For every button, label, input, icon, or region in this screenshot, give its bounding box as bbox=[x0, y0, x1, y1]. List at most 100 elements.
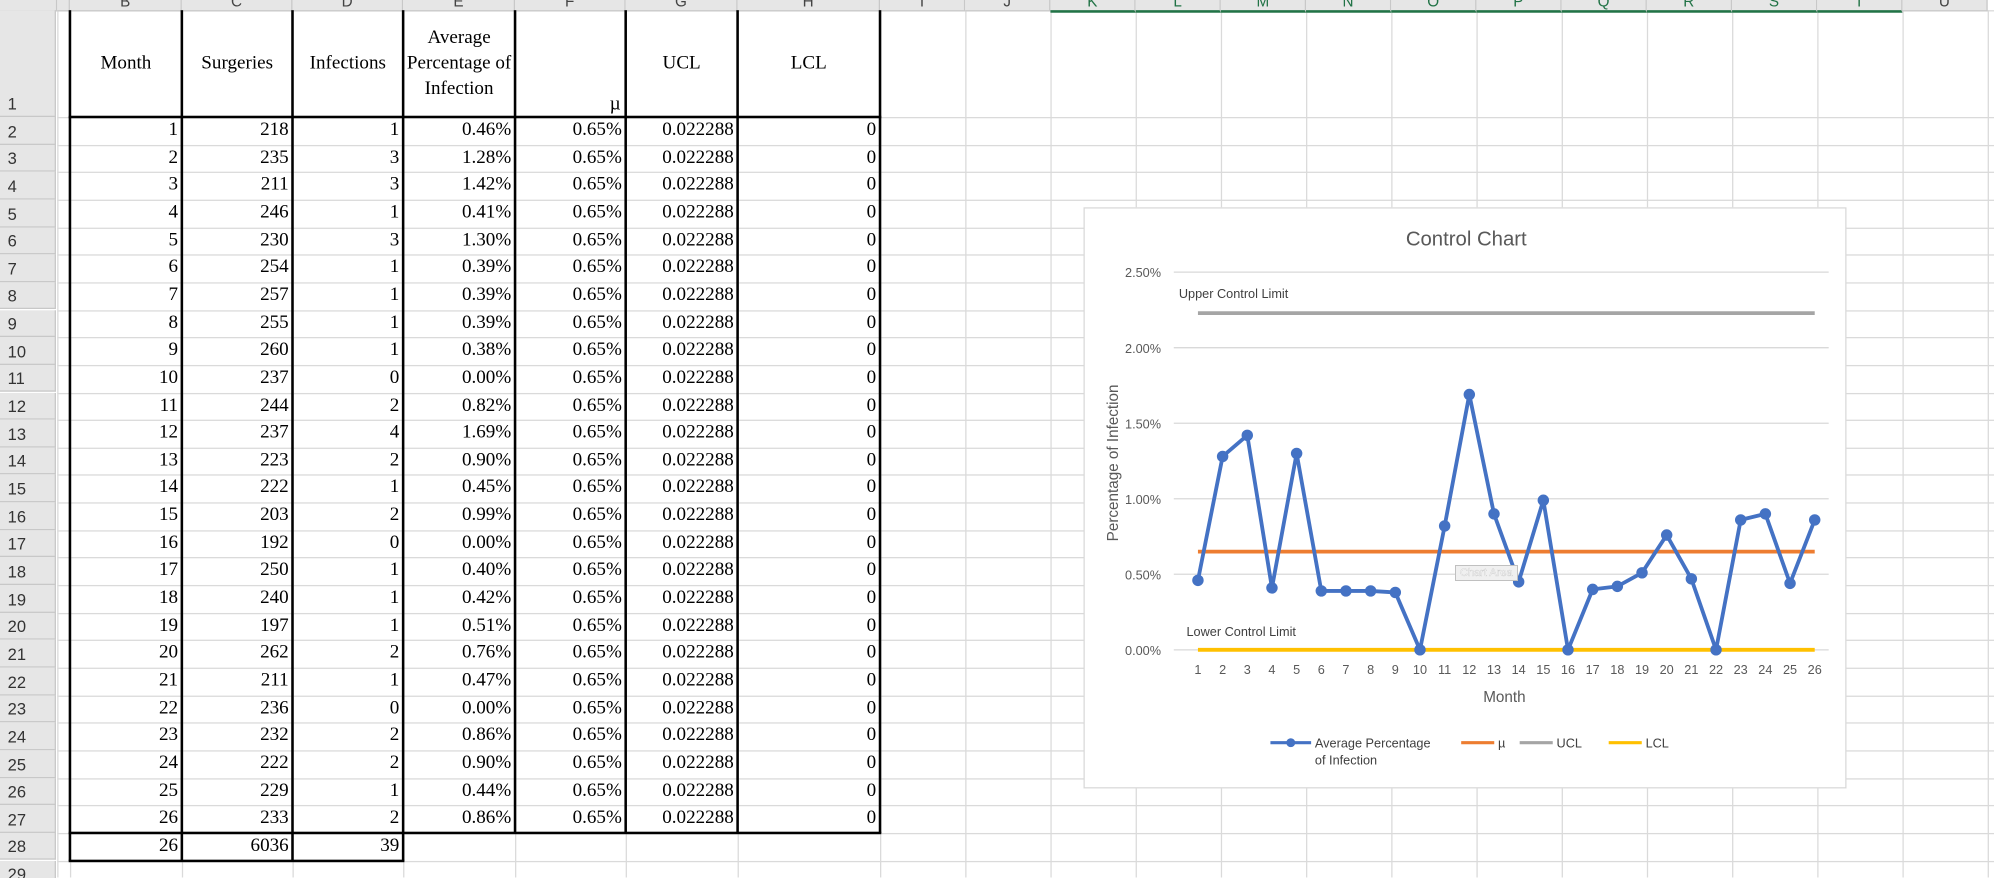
cell-ucl[interactable]: 0.022288 bbox=[626, 475, 738, 503]
cell-infections[interactable]: 2 bbox=[292, 447, 403, 474]
cell-month[interactable]: 24 bbox=[70, 750, 182, 777]
cell-surgeries[interactable]: 222 bbox=[182, 475, 293, 503]
cell-month[interactable]: 10 bbox=[70, 365, 182, 392]
cell-infections[interactable]: 3 bbox=[292, 145, 403, 172]
cell-avg_pct[interactable]: 0.00% bbox=[403, 365, 515, 392]
cell-lcl[interactable]: 0 bbox=[738, 723, 880, 751]
cell-infections[interactable]: 1 bbox=[292, 668, 403, 695]
cell-surgeries[interactable]: 260 bbox=[182, 337, 293, 365]
cell-infections[interactable]: 0 bbox=[292, 365, 403, 392]
cell-lcl[interactable]: 0 bbox=[738, 640, 880, 668]
cell-ucl[interactable]: 0.022288 bbox=[626, 255, 738, 282]
cell-avg_pct[interactable]: 1.42% bbox=[403, 172, 515, 199]
cell-lcl[interactable]: 0 bbox=[738, 392, 880, 419]
column-header-i[interactable]: I bbox=[880, 0, 966, 12]
cell-infections[interactable]: 1 bbox=[292, 613, 403, 640]
cell-surgeries[interactable]: 211 bbox=[182, 172, 293, 199]
column-header-r[interactable]: R bbox=[1646, 0, 1733, 13]
cell-avg_pct[interactable]: 0.47% bbox=[403, 668, 515, 695]
cell-infections[interactable]: 1 bbox=[292, 310, 403, 338]
cell-avg_pct[interactable]: 0.46% bbox=[403, 117, 515, 145]
row-header[interactable]: 9 bbox=[0, 309, 56, 338]
row-header[interactable]: 23 bbox=[0, 695, 56, 723]
cell-lcl[interactable]: 0 bbox=[738, 502, 880, 530]
cell-month[interactable]: 25 bbox=[70, 778, 182, 806]
cell-month[interactable]: 9 bbox=[70, 337, 182, 365]
cell-mu[interactable]: 0.65% bbox=[515, 723, 626, 751]
cell-month[interactable]: 8 bbox=[70, 310, 182, 338]
cell-lcl[interactable]: 0 bbox=[738, 613, 880, 640]
cell-ucl[interactable]: 0.022288 bbox=[626, 723, 738, 751]
cell-avg_pct[interactable]: 0.90% bbox=[403, 447, 515, 474]
column-header-j[interactable]: J bbox=[965, 0, 1051, 12]
cell-ucl[interactable]: 0.022288 bbox=[626, 420, 738, 448]
cell-avg_pct[interactable]: 1.30% bbox=[403, 227, 515, 255]
cell-surgeries[interactable]: 218 bbox=[182, 117, 293, 145]
cell-lcl[interactable]: 0 bbox=[738, 558, 880, 585]
row-header[interactable]: 6 bbox=[0, 227, 56, 255]
cell-lcl[interactable]: 0 bbox=[738, 337, 880, 365]
cell-lcl[interactable]: 0 bbox=[738, 117, 880, 145]
cell-ucl[interactable]: 0.022288 bbox=[626, 805, 738, 832]
cell-mu[interactable]: 0.65% bbox=[515, 310, 626, 338]
row-header[interactable]: 19 bbox=[0, 584, 56, 613]
cell-infections[interactable]: 1 bbox=[292, 255, 403, 282]
row-header[interactable]: 2 bbox=[0, 116, 56, 145]
row-header[interactable]: 11 bbox=[0, 364, 56, 393]
row-header[interactable]: 22 bbox=[0, 667, 56, 696]
cell-mu[interactable]: 0.65% bbox=[515, 695, 626, 723]
cell-infections[interactable]: 2 bbox=[292, 805, 403, 832]
cell-month[interactable]: 23 bbox=[70, 723, 182, 751]
cell-surgeries[interactable]: 211 bbox=[182, 668, 293, 695]
cell-month[interactable]: 21 bbox=[70, 668, 182, 695]
cell-month[interactable]: 18 bbox=[70, 585, 182, 613]
row-header[interactable]: 4 bbox=[0, 172, 56, 200]
cell-month[interactable]: 13 bbox=[70, 447, 182, 474]
cell-avg_pct[interactable]: 0.76% bbox=[403, 640, 515, 668]
cell-avg_pct[interactable]: 0.39% bbox=[403, 255, 515, 282]
column-header-n[interactable]: N bbox=[1306, 0, 1392, 13]
column-header-s[interactable]: S bbox=[1732, 0, 1818, 13]
column-header-p[interactable]: P bbox=[1476, 0, 1562, 13]
cell-lcl[interactable]: 0 bbox=[738, 805, 880, 832]
cell-infections[interactable]: 2 bbox=[292, 723, 403, 751]
cell-avg_pct[interactable]: 0.51% bbox=[403, 613, 515, 640]
cell-mu[interactable]: 0.65% bbox=[515, 447, 626, 474]
cell-surgeries[interactable]: 244 bbox=[182, 392, 293, 419]
cell-mu[interactable]: 0.65% bbox=[515, 750, 626, 777]
column-header-k[interactable]: K bbox=[1050, 0, 1136, 13]
row-header[interactable]: 16 bbox=[0, 502, 56, 531]
cell-mu[interactable]: 0.65% bbox=[515, 337, 626, 365]
cell-mu[interactable]: 0.65% bbox=[515, 778, 626, 806]
cell-mu[interactable]: 0.65% bbox=[515, 805, 626, 832]
cell-ucl[interactable]: 0.022288 bbox=[626, 200, 738, 228]
cell-infections[interactable]: 2 bbox=[292, 392, 403, 419]
cell-mu[interactable]: 0.65% bbox=[515, 255, 626, 282]
cell-ucl[interactable]: 0.022288 bbox=[626, 392, 738, 419]
cell-ucl[interactable]: 0.022288 bbox=[626, 695, 738, 723]
cell-infections[interactable]: 1 bbox=[292, 337, 403, 365]
cell-avg_pct[interactable]: 0.39% bbox=[403, 310, 515, 338]
cell-month[interactable]: 11 bbox=[70, 392, 182, 419]
cell-ucl[interactable]: 0.022288 bbox=[626, 613, 738, 640]
cell-ucl[interactable]: 0.022288 bbox=[626, 530, 738, 557]
cell-surgeries[interactable]: 192 bbox=[182, 530, 293, 557]
cell-ucl[interactable]: 0.022288 bbox=[626, 172, 738, 199]
cell-ucl[interactable]: 0.022288 bbox=[626, 282, 738, 309]
cell-surgeries[interactable]: 222 bbox=[182, 750, 293, 777]
cell-avg_pct[interactable]: 0.00% bbox=[403, 695, 515, 723]
row-header[interactable]: 10 bbox=[0, 337, 56, 365]
cell-infections[interactable]: 3 bbox=[292, 172, 403, 199]
cell-month[interactable]: 19 bbox=[70, 613, 182, 640]
cell-ucl[interactable]: 0.022288 bbox=[626, 640, 738, 668]
row-header[interactable]: 27 bbox=[0, 805, 56, 833]
cell-mu[interactable]: 0.65% bbox=[515, 200, 626, 228]
cell-month[interactable]: 3 bbox=[70, 172, 182, 199]
cell-avg_pct[interactable]: 0.44% bbox=[403, 778, 515, 806]
column-header-l[interactable]: L bbox=[1135, 0, 1221, 13]
cell-month[interactable]: 15 bbox=[70, 502, 182, 530]
cell-ucl[interactable]: 0.022288 bbox=[626, 668, 738, 695]
header-avg_pct[interactable]: Average Percentage of Infection bbox=[403, 10, 515, 117]
cell-lcl[interactable]: 0 bbox=[738, 365, 880, 392]
cell-month[interactable]: 5 bbox=[70, 227, 182, 255]
